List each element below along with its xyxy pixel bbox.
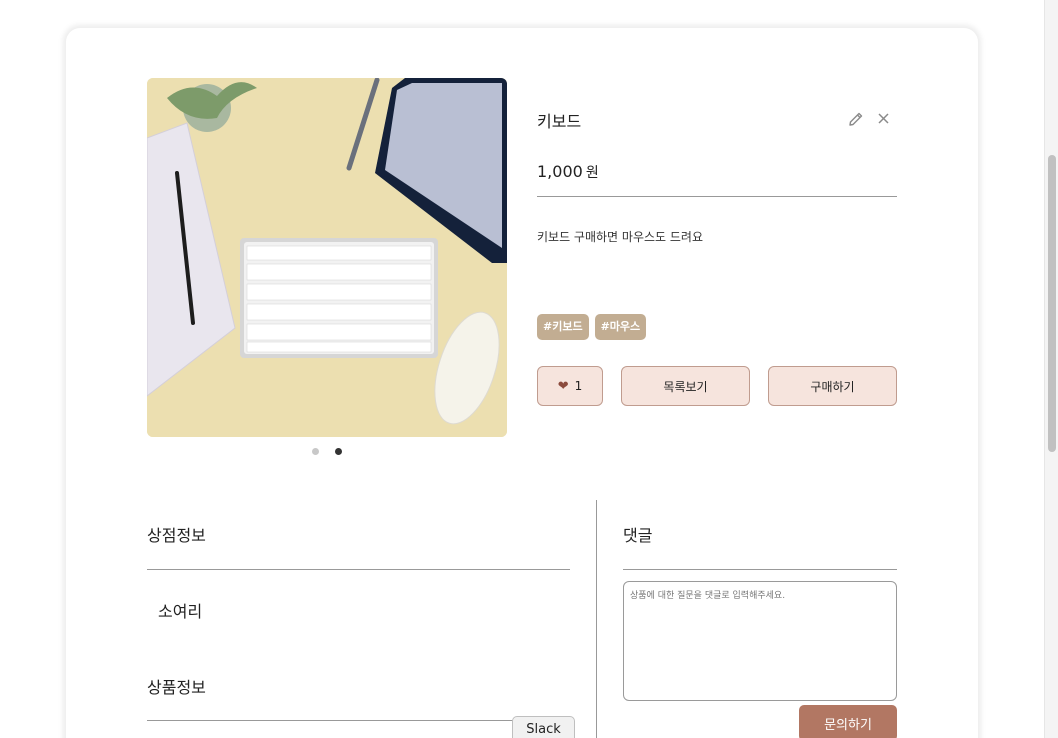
product-image-illustration — [147, 78, 507, 437]
store-divider — [147, 569, 570, 570]
slack-button[interactable]: Slack — [512, 716, 575, 738]
heart-icon: ❤ — [557, 378, 569, 394]
pencil-icon-glyph — [849, 112, 863, 126]
product-description: 키보드 구매하면 마우스도 드려요 — [537, 230, 704, 244]
page-scrollbar[interactable] — [1044, 0, 1058, 738]
store-section-title: 상점정보 — [147, 526, 206, 545]
product-info-divider — [147, 720, 570, 721]
close-icon-glyph — [878, 113, 889, 124]
product-image[interactable] — [147, 78, 507, 437]
tag-mouse[interactable]: #마우스 — [594, 314, 647, 340]
close-icon[interactable] — [875, 110, 893, 128]
product-title: 키보드 — [537, 112, 582, 131]
list-button[interactable]: 목록보기 — [621, 366, 750, 406]
tag-list: #키보드 #마우스 — [537, 314, 647, 340]
price-value: 1,000 — [537, 162, 583, 181]
scrollbar-thumb[interactable] — [1048, 155, 1056, 452]
tag-keyboard[interactable]: #키보드 — [537, 314, 589, 340]
carousel-dot-2[interactable] — [335, 448, 342, 455]
pencil-icon[interactable] — [847, 110, 865, 128]
product-price: 1,000 원 — [537, 162, 599, 182]
price-divider — [537, 196, 897, 197]
like-button[interactable]: ❤ 1 — [537, 366, 603, 406]
price-unit: 원 — [585, 165, 599, 181]
comment-section-title: 댓글 — [623, 526, 653, 545]
column-divider — [596, 500, 597, 738]
like-count: 1 — [574, 379, 583, 393]
comment-input[interactable] — [623, 581, 897, 701]
store-name[interactable]: 소여리 — [158, 598, 202, 622]
product-info-section-title: 상품정보 — [147, 678, 206, 697]
carousel-dot-1[interactable] — [312, 448, 319, 455]
carousel-dots — [312, 448, 342, 455]
inquiry-button[interactable]: 문의하기 — [799, 705, 897, 738]
buy-button[interactable]: 구매하기 — [768, 366, 897, 406]
comment-divider — [623, 569, 897, 570]
